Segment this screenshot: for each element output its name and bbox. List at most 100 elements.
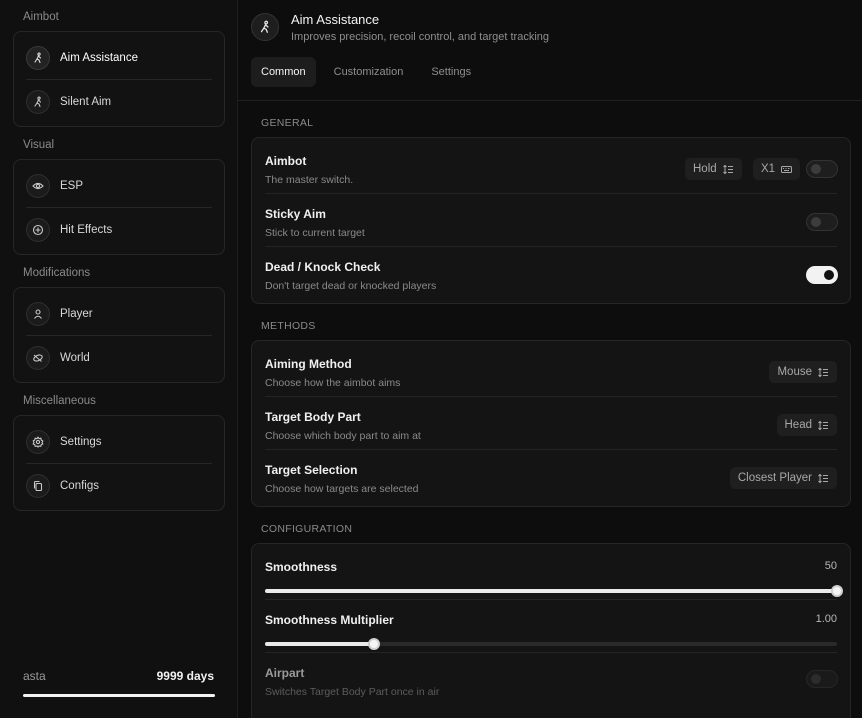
dead-check-toggle[interactable] xyxy=(806,266,838,284)
sidebar-group-aimbot: Aim Assistance Silent Aim xyxy=(13,31,225,127)
setting-description: Switches Target Body Part once in air xyxy=(265,686,440,698)
toggle-knob xyxy=(811,674,821,684)
slider-thumb[interactable] xyxy=(367,638,380,650)
setting-title: Target Body Part xyxy=(265,410,361,424)
username: asta xyxy=(23,669,46,683)
setting-description: Stick to current target xyxy=(265,227,365,239)
setting-row-target-selection: Target Selection Choose how targets are … xyxy=(252,449,850,502)
section-title-general: GENERAL xyxy=(261,117,314,129)
sidebar-section-title: Miscellaneous xyxy=(23,395,96,407)
airpart-toggle[interactable] xyxy=(806,670,838,688)
page-subtitle: Improves precision, recoil control, and … xyxy=(291,31,550,43)
setting-row-dead-check: Dead / Knock Check Don't target dead or … xyxy=(252,246,850,299)
slider-thumb[interactable] xyxy=(831,585,843,597)
sidebar-item-configs[interactable]: Configs xyxy=(26,470,212,502)
sort-icon xyxy=(818,473,828,483)
slider-fill xyxy=(265,642,374,646)
setting-title: Smoothness Multiplier xyxy=(265,613,394,627)
select-value: Mouse xyxy=(777,366,812,378)
user-icon xyxy=(26,302,50,326)
silent-aim-icon xyxy=(26,90,50,114)
aimbot-toggle[interactable] xyxy=(806,160,838,178)
sidebar-item-label: Silent Aim xyxy=(60,96,112,108)
sidebar-item-settings[interactable]: Settings xyxy=(26,426,212,458)
aimbot-keybind-button[interactable]: X1 xyxy=(753,158,801,180)
sticky-aim-toggle[interactable] xyxy=(806,213,838,231)
aim-icon xyxy=(26,46,50,70)
sidebar-item-label: Aim Assistance xyxy=(60,52,138,64)
sidebar-section-title: Modifications xyxy=(23,267,91,279)
sidebar-section-title: Aimbot xyxy=(23,11,59,23)
sidebar: Aimbot Aim Assistance Silent Aim Visual … xyxy=(0,0,238,718)
divider xyxy=(26,463,212,464)
sort-icon xyxy=(722,164,733,174)
toggle-knob xyxy=(824,270,834,280)
configuration-card: Smoothness 50 Smoothness Multiplier 1.00… xyxy=(251,543,851,718)
setting-description: Choose which body part to aim at xyxy=(265,430,421,442)
setting-title: Aiming Method xyxy=(265,357,352,371)
eye-icon xyxy=(26,174,50,198)
sidebar-section-title: Visual xyxy=(23,139,55,151)
subscription-days: 9999 days xyxy=(156,669,214,683)
setting-description: Choose how targets are selected xyxy=(265,483,419,495)
sidebar-item-label: Player xyxy=(60,308,93,320)
setting-description: The master switch. xyxy=(265,174,354,186)
setting-row-target-body-part: Target Body Part Choose which body part … xyxy=(252,396,850,449)
sidebar-item-hit-effects[interactable]: Hit Effects xyxy=(26,214,212,246)
setting-row-aiming-method: Aiming Method Choose how the aimbot aims… xyxy=(252,343,850,396)
smoothness-value: 50 xyxy=(824,560,837,572)
gear-icon xyxy=(26,430,50,454)
sidebar-group-modifications: Player World xyxy=(13,287,225,383)
smoothness-multiplier-value: 1.00 xyxy=(815,613,837,625)
sidebar-item-label: Settings xyxy=(60,436,102,448)
world-icon xyxy=(26,346,50,370)
setting-title: Smoothness xyxy=(265,560,338,574)
target-selection-select[interactable]: Closest Player xyxy=(729,467,837,489)
aimbot-mode-select[interactable]: Hold xyxy=(685,158,742,180)
sidebar-item-esp[interactable]: ESP xyxy=(26,170,212,202)
aimbot-mode-value: Hold xyxy=(693,163,717,175)
tab-common[interactable]: Common xyxy=(251,57,316,87)
page-header: Aim Assistance Improves precision, recoi… xyxy=(238,0,862,101)
sidebar-item-world[interactable]: World xyxy=(26,342,212,374)
sidebar-item-silent-aim[interactable]: Silent Aim xyxy=(26,86,212,118)
divider xyxy=(26,207,212,208)
target-icon xyxy=(26,218,50,242)
main-panel: Aim Assistance Improves precision, recoi… xyxy=(238,0,862,718)
sidebar-item-label: ESP xyxy=(60,180,84,192)
setting-title: Aimbot xyxy=(265,154,307,168)
target-body-part-select[interactable]: Head xyxy=(776,414,837,436)
sidebar-group-visual: ESP Hit Effects xyxy=(13,159,225,255)
tab-customization[interactable]: Customization xyxy=(324,57,414,87)
sidebar-group-miscellaneous: Settings Configs xyxy=(13,415,225,511)
setting-row-aimbot: Aimbot The master switch. Hold X1 xyxy=(252,140,850,193)
divider xyxy=(26,335,212,336)
subscription-progress-bar xyxy=(23,694,215,697)
sidebar-item-aim-assistance[interactable]: Aim Assistance xyxy=(26,42,212,74)
aim-icon xyxy=(251,13,279,41)
copy-icon xyxy=(26,474,50,498)
aimbot-key-value: X1 xyxy=(761,163,776,175)
sidebar-item-label: Hit Effects xyxy=(60,224,113,236)
setting-title: Sticky Aim xyxy=(265,207,326,221)
divider xyxy=(26,79,212,80)
setting-description: Choose how the aimbot aims xyxy=(265,377,401,389)
tab-bar: Common Customization Settings xyxy=(251,57,489,87)
setting-title: Target Selection xyxy=(265,463,358,477)
sort-icon xyxy=(818,420,828,430)
smoothness-slider[interactable] xyxy=(265,585,843,597)
select-value: Head xyxy=(784,419,813,431)
keyboard-icon xyxy=(781,165,793,173)
subscription-progress-fill xyxy=(23,694,215,697)
general-card: Aimbot The master switch. Hold X1 Sticky… xyxy=(251,137,851,304)
page-title: Aim Assistance xyxy=(291,12,380,27)
slider-fill xyxy=(265,589,837,593)
toggle-knob xyxy=(811,164,821,174)
smoothness-multiplier-slider[interactable] xyxy=(265,638,837,650)
toggle-knob xyxy=(811,217,821,227)
sidebar-item-label: Configs xyxy=(60,480,99,492)
section-title-methods: METHODS xyxy=(261,320,316,332)
aiming-method-select[interactable]: Mouse xyxy=(769,361,837,383)
sidebar-item-player[interactable]: Player xyxy=(26,298,212,330)
tab-settings[interactable]: Settings xyxy=(421,57,481,87)
